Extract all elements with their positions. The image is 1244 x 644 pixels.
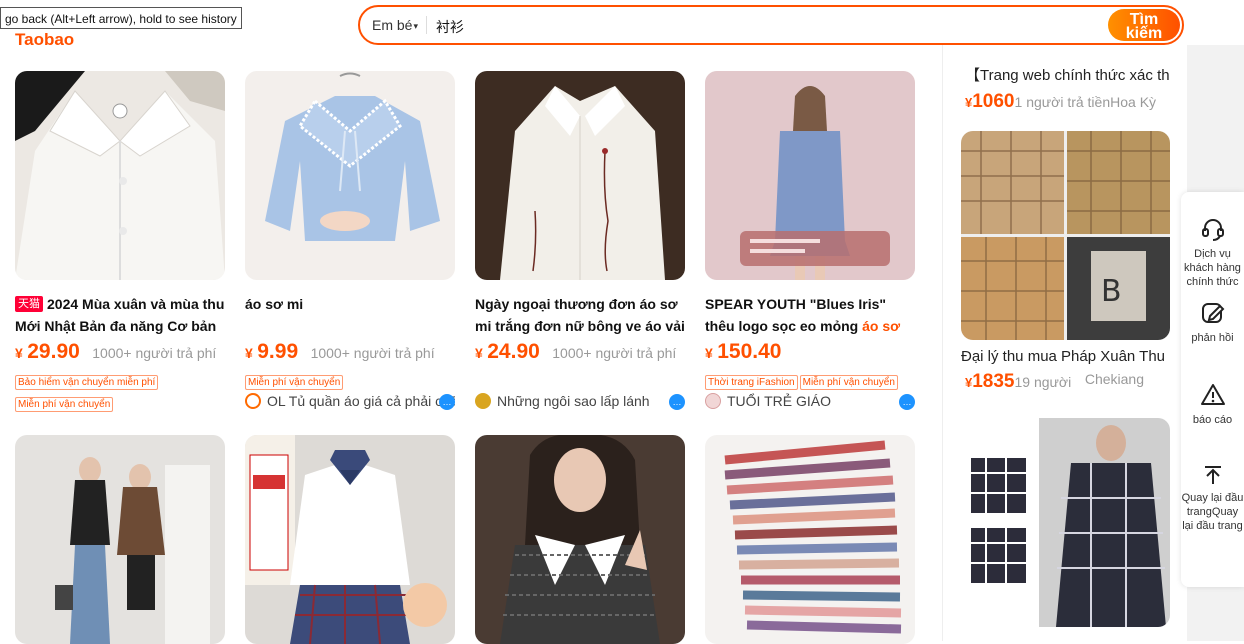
feedback-label: phản hồi xyxy=(1191,332,1234,344)
shop-name: TUỔI TRẺ GIÁO xyxy=(727,393,831,409)
report-label: báo cáo xyxy=(1192,414,1233,426)
price-row: ¥10601 người trả tiềnHoa Kỳ xyxy=(965,91,1170,113)
sold-count: 1000+ người trả phí xyxy=(92,345,217,361)
sold-count: 1000+ người trả phí xyxy=(310,345,435,361)
search-divider xyxy=(426,16,427,34)
product-price: 9.99 xyxy=(257,340,299,363)
chevron-down-icon: ▾ xyxy=(413,21,418,31)
search-input[interactable] xyxy=(434,15,1078,39)
location: Chekiang xyxy=(1084,371,1144,387)
shop-row[interactable]: OL Tủ quần áo giá cả phải chăng … xyxy=(245,393,455,413)
price-row: ¥ 24.90 1000+ người trả phí xyxy=(475,340,685,368)
product-card[interactable] xyxy=(475,435,685,644)
product-title[interactable]: Ngày ngoại thương đơn áo sơ mi trắng đơn… xyxy=(475,293,685,337)
product-title[interactable]: SPEAR YOUTH "Blues Iris" thêu logo sọc e… xyxy=(705,293,915,337)
shop-row[interactable]: TUỔI TRẺ GIÁO … xyxy=(705,393,915,413)
currency-symbol: ¥ xyxy=(245,345,253,361)
svg-text:B: B xyxy=(1101,274,1122,309)
product-image[interactable] xyxy=(705,71,915,280)
currency-symbol: ¥ xyxy=(15,345,23,361)
product-price: 1060 xyxy=(972,91,1015,112)
recommended-title[interactable]: 【Trang web chính thức xác thực】 xyxy=(965,64,1170,85)
product-image[interactable] xyxy=(245,435,455,644)
warning-icon xyxy=(1200,384,1225,405)
recommended-image[interactable] xyxy=(961,418,1170,627)
shop-name: OL Tủ quần áo giá cả phải chăng xyxy=(267,393,455,409)
tag-free-shipping: Miễn phí vận chuyển xyxy=(245,375,344,390)
edit-icon xyxy=(1201,303,1224,323)
floating-toolbar: Dịch vụ khách hàng chính thức phản hồi b… xyxy=(1181,192,1244,587)
product-card[interactable] xyxy=(705,435,915,644)
currency-symbol: ¥ xyxy=(705,345,713,361)
back-button-tooltip: go back (Alt+Left arrow), hold to see hi… xyxy=(0,7,242,29)
product-card[interactable]: SPEAR YOUTH "Blues Iris" thêu logo sọc e… xyxy=(705,71,915,410)
headset-icon xyxy=(1201,219,1224,241)
buyer-count: 1 người trả tiền xyxy=(1014,94,1111,110)
feedback-button[interactable]: phản hồi xyxy=(1181,300,1244,345)
tag-list: Bảo hiểm vận chuyển miễn phí Miễn phí vậ… xyxy=(15,372,225,416)
product-image[interactable] xyxy=(475,435,685,644)
price-row: ¥ 150.40 xyxy=(705,340,915,368)
arrow-up-icon xyxy=(1204,466,1221,484)
tag-list: Thời trang iFashion Miễn phí vận chuyển xyxy=(705,372,915,394)
recommended-item[interactable]: 【Trang web chính thức xác thực】 ¥10601 n… xyxy=(965,64,1170,113)
price-row: ¥ 29.90 1000+ người trả phí xyxy=(15,340,225,368)
product-price: 1835 xyxy=(972,371,1015,392)
recommended-image[interactable]: B xyxy=(961,131,1170,340)
product-image[interactable] xyxy=(15,435,225,644)
product-card[interactable] xyxy=(245,435,455,644)
search-button[interactable]: Tìm kiếm xyxy=(1108,9,1180,41)
recommended-item[interactable]: Đại lý thu mua Pháp Xuân Thu ¥183519 ngư… xyxy=(961,348,1166,393)
shop-icon xyxy=(705,393,721,409)
product-price: 150.40 xyxy=(717,340,782,363)
tag-free-shipping: Miễn phí vận chuyển xyxy=(799,375,898,390)
taobao-logo[interactable]: Taobao xyxy=(15,30,74,50)
location: Hoa Kỳ xyxy=(1110,94,1157,110)
buyer-count: 19 người xyxy=(1014,374,1072,390)
shop-icon xyxy=(245,393,261,409)
back-to-top-label: Quay lại đầu trangQuay lại đầu trang xyxy=(1181,492,1244,532)
product-image[interactable] xyxy=(705,435,915,644)
tag-list: Miễn phí vận chuyển xyxy=(245,372,455,394)
back-to-top-button[interactable]: Quay lại đầu trangQuay lại đầu trang xyxy=(1181,464,1244,533)
price-row: ¥183519 người Chekiang xyxy=(961,371,1166,393)
chat-icon[interactable]: … xyxy=(899,394,915,410)
shop-name: Những ngôi sao lấp lánh xyxy=(497,393,650,409)
product-card[interactable]: 天猫 2024 Mùa xuân và mùa thu Mới Nhật Bản … xyxy=(15,71,225,416)
report-button[interactable]: báo cáo xyxy=(1181,382,1244,427)
product-card[interactable] xyxy=(15,435,225,644)
recommended-title[interactable]: Đại lý thu mua Pháp Xuân Thu xyxy=(961,348,1166,365)
product-price: 29.90 xyxy=(27,340,80,363)
product-title[interactable]: áo sơ mi xyxy=(245,293,455,337)
product-image[interactable] xyxy=(245,71,455,280)
tag-ifashion: Thời trang iFashion xyxy=(705,375,798,390)
product-card[interactable]: áo sơ mi ¥ 9.99 1000+ người trả phí Miễn… xyxy=(245,71,455,410)
tag-free-shipping: Miễn phí vận chuyển xyxy=(15,397,114,412)
chat-icon[interactable]: … xyxy=(669,394,685,410)
product-price: 24.90 xyxy=(487,340,540,363)
shop-icon xyxy=(475,393,491,409)
chat-icon[interactable]: … xyxy=(439,394,455,410)
recommended-column: 【Trang web chính thức xác thực】 ¥10601 n… xyxy=(942,45,1188,641)
search-bar: Em bé▾ Tìm kiếm xyxy=(358,5,1184,45)
product-image[interactable] xyxy=(15,71,225,280)
product-image[interactable] xyxy=(475,71,685,280)
product-card[interactable]: Ngày ngoại thương đơn áo sơ mi trắng đơn… xyxy=(475,71,685,410)
currency-symbol: ¥ xyxy=(475,345,483,361)
tag-free-shipping-insurance: Bảo hiểm vận chuyển miễn phí xyxy=(15,375,159,390)
shop-row[interactable]: Những ngôi sao lấp lánh … xyxy=(475,393,685,413)
price-row: ¥ 9.99 1000+ người trả phí xyxy=(245,340,455,368)
customer-service-button[interactable]: Dịch vụ khách hàng chính thức xyxy=(1181,216,1244,289)
search-category-dropdown[interactable]: Em bé▾ xyxy=(372,17,418,33)
customer-service-label: Dịch vụ khách hàng chính thức xyxy=(1184,248,1241,288)
tmall-badge: 天猫 xyxy=(15,296,43,312)
sold-count: 1000+ người trả phí xyxy=(552,345,677,361)
search-category-label: Em bé xyxy=(372,17,413,33)
product-title[interactable]: 天猫 2024 Mùa xuân và mùa thu Mới Nhật Bản … xyxy=(15,293,225,337)
